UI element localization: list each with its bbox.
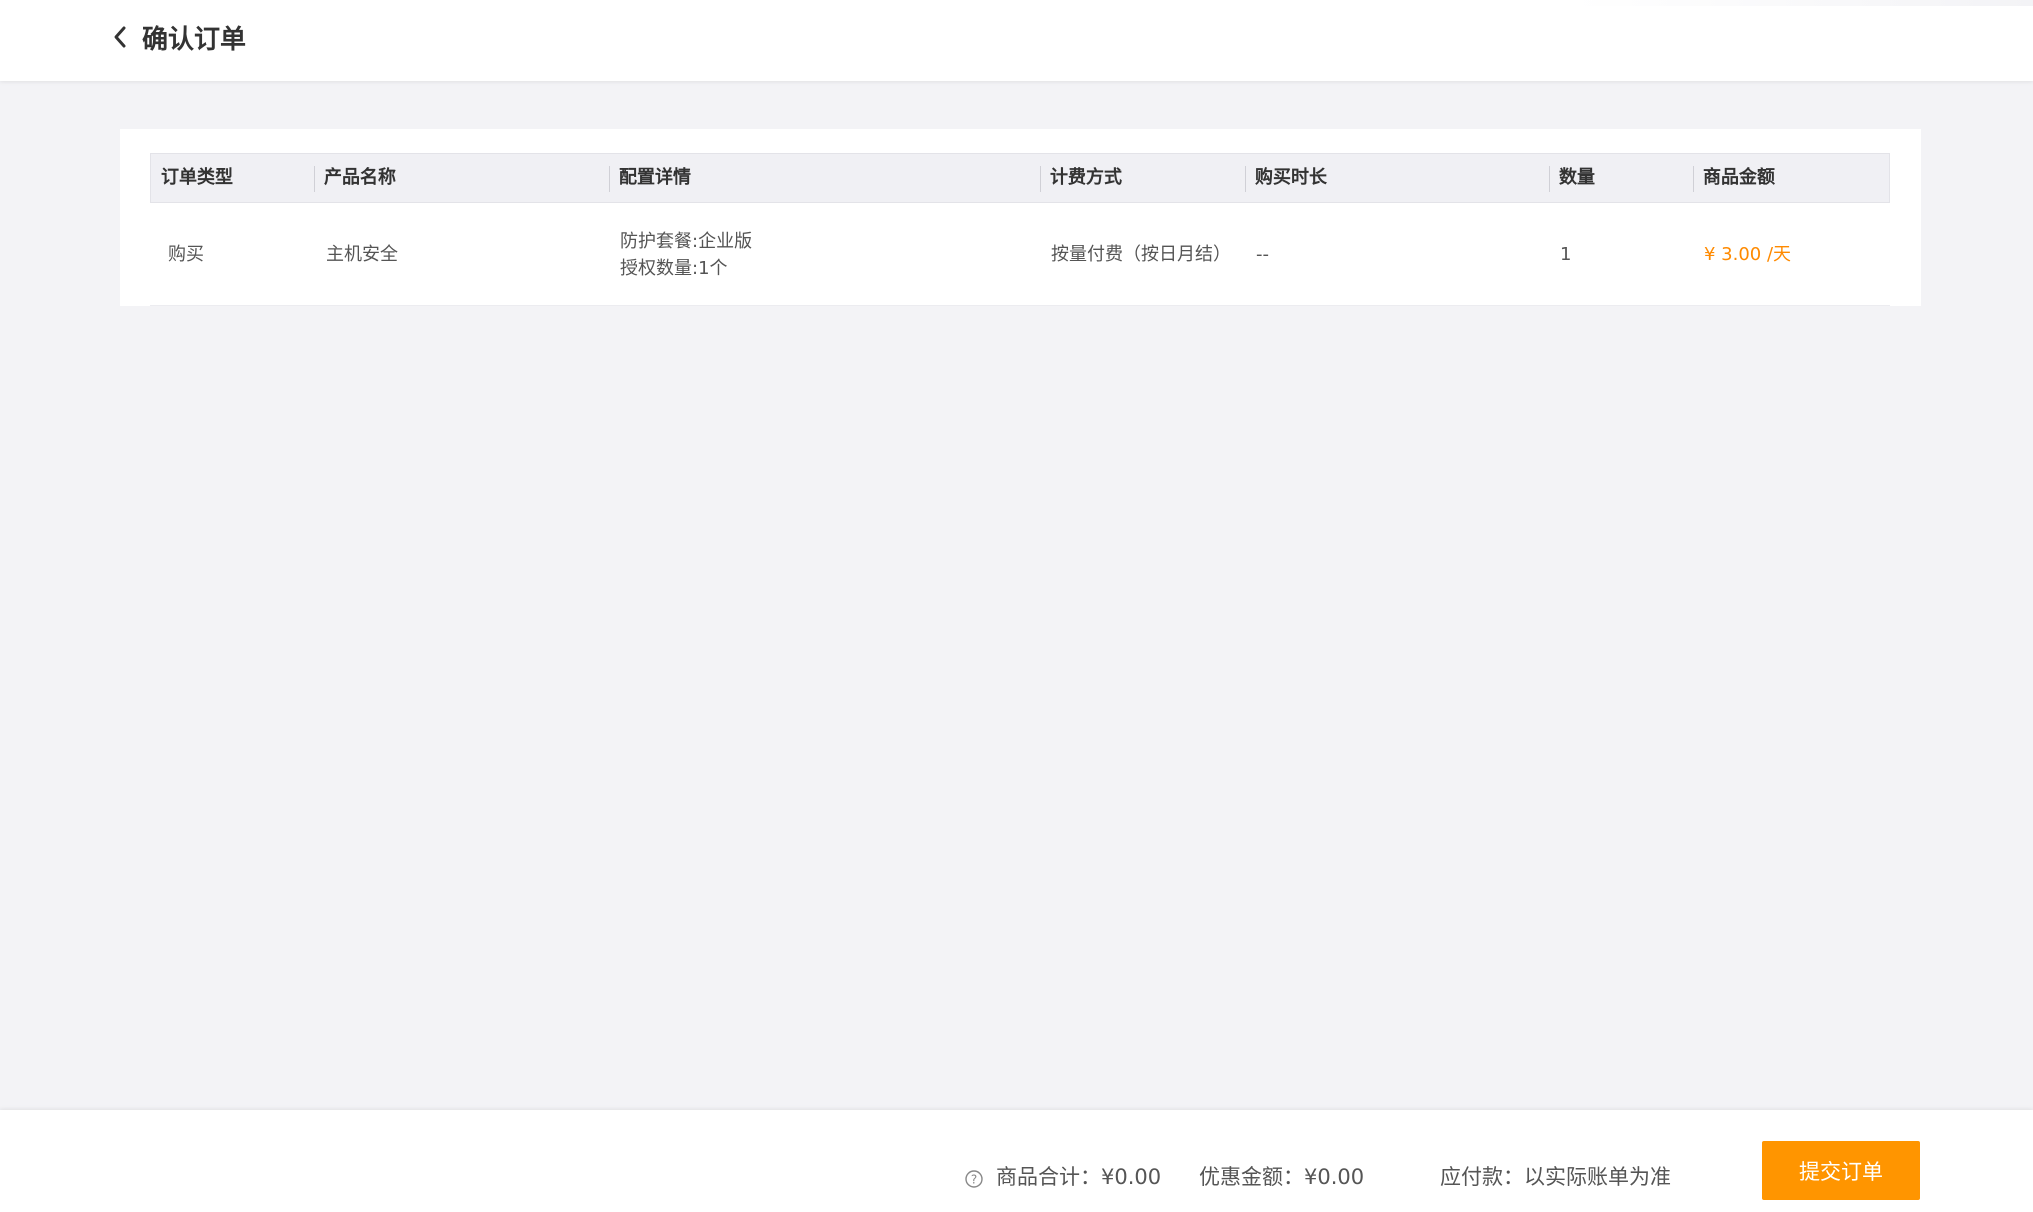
column-header-config: 配置详情 [619, 167, 691, 188]
cell-billing: 按量付费（按日月结） [1051, 244, 1231, 265]
chevron-left-icon[interactable] [112, 17, 136, 57]
column-header-product-name: 产品名称 [324, 167, 396, 188]
order-table: 订单类型 产品名称 配置详情 计费方式 购买时长 数量 商品金额 购买 主机安全… [150, 153, 1890, 306]
page-title: 确认订单 [142, 24, 247, 55]
top-header: 确认订单 [0, 0, 2033, 81]
question-circle-icon[interactable]: ? [964, 1169, 984, 1189]
config-package: 防护套餐:企业版 [620, 230, 753, 252]
payable-text: 应付款：以实际账单为准 [1440, 1165, 1671, 1189]
back-button[interactable]: 确认订单 [112, 17, 246, 57]
cell-amount: ¥ 3.00 /天 [1704, 244, 1792, 265]
cell-product-name: 主机安全 [326, 244, 398, 265]
table-row: 购买 主机安全 防护套餐:企业版 授权数量:1个 按量付费（按日月结） -- 1… [150, 203, 1890, 306]
submit-order-button[interactable]: 提交订单 [1762, 1141, 1920, 1200]
column-header-order-type: 订单类型 [161, 167, 233, 188]
order-card: 订单类型 产品名称 配置详情 计费方式 购买时长 数量 商品金额 购买 主机安全… [120, 129, 1921, 306]
cell-config: 防护套餐:企业版 授权数量:1个 [620, 203, 752, 306]
page: 确认订单 订单类型 产品名称 配置详情 计费方式 购买时长 数量 商品金额 购买 [0, 0, 2033, 1212]
column-header-duration: 购买时长 [1255, 167, 1327, 188]
discount-text: 优惠金额：¥0.00 [1199, 1165, 1365, 1189]
cell-quantity: 1 [1560, 244, 1572, 265]
table-header: 订单类型 产品名称 配置详情 计费方式 购买时长 数量 商品金额 [150, 153, 1890, 203]
cell-duration: -- [1256, 244, 1269, 265]
cell-order-type: 购买 [168, 244, 204, 265]
column-header-billing: 计费方式 [1050, 167, 1122, 188]
config-license-count: 授权数量:1个 [620, 257, 728, 279]
header-fade [1573, 0, 2033, 6]
column-header-amount: 商品金额 [1703, 167, 1775, 188]
column-header-quantity: 数量 [1559, 167, 1595, 188]
svg-text:?: ? [971, 1173, 977, 1187]
subtotal-text: 商品合计：¥0.00 [996, 1165, 1162, 1189]
